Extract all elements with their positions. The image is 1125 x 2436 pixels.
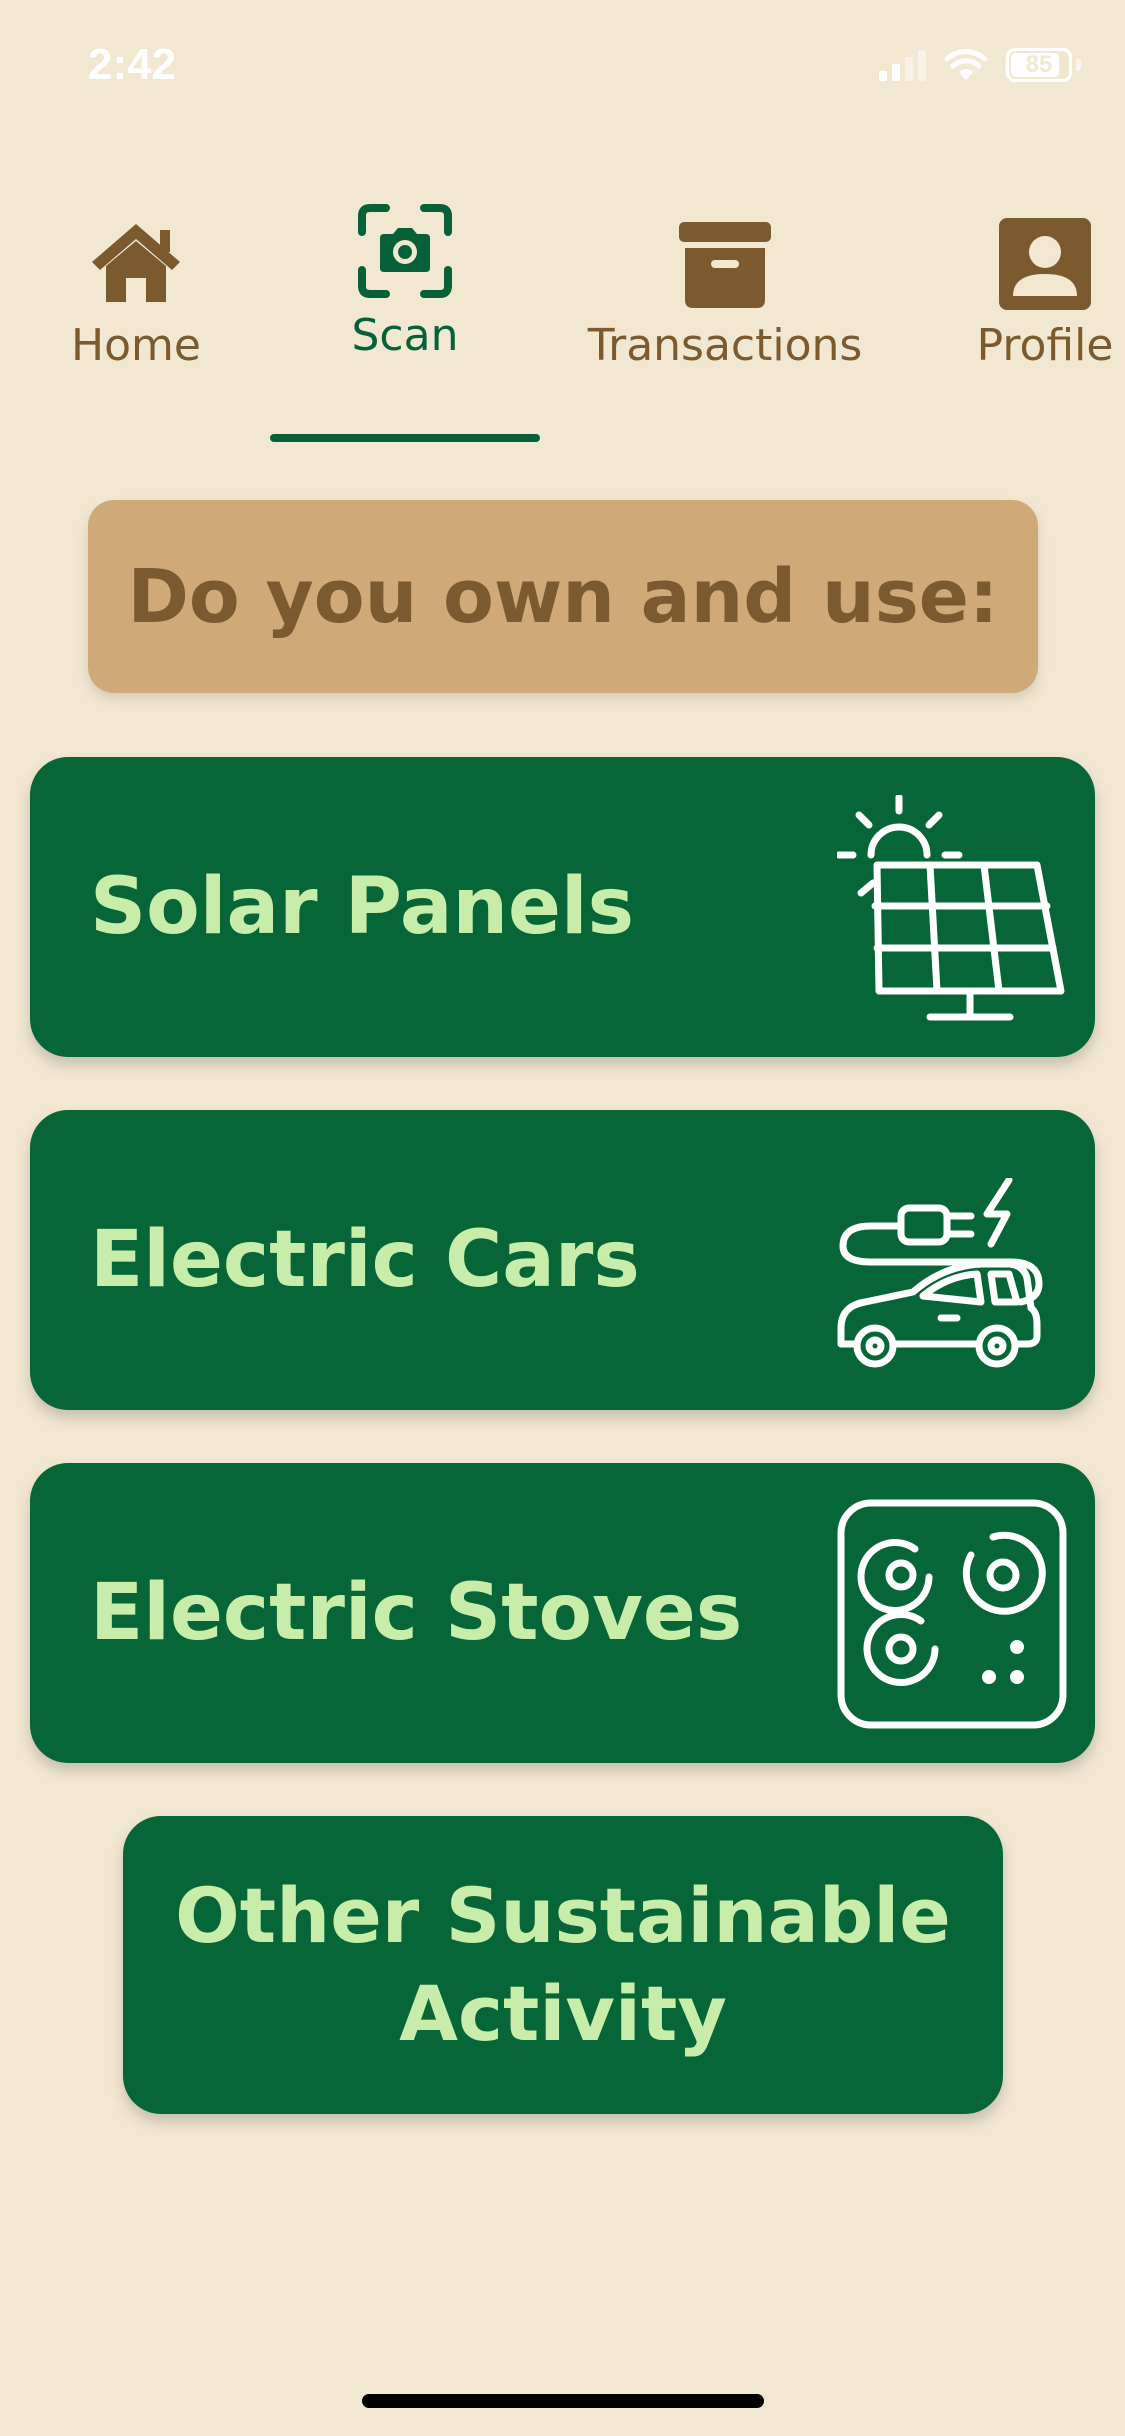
active-tab-indicator xyxy=(270,434,540,442)
status-bar: 2:42 85 xyxy=(0,0,1125,140)
battery-percent: 85 xyxy=(1025,51,1053,78)
electric-cars-label: Electric Cars xyxy=(90,1215,640,1305)
archive-box-icon xyxy=(679,222,771,308)
cellular-signal-icon xyxy=(879,49,926,81)
tab-home[interactable]: Home xyxy=(66,220,206,371)
status-time: 2:42 xyxy=(88,40,177,89)
other-option-line1: Other Sustainable xyxy=(175,1871,951,1960)
camera-scan-icon xyxy=(358,204,452,298)
battery-icon: 85 xyxy=(1006,48,1072,82)
tab-transactions[interactable]: Transactions xyxy=(588,222,862,371)
solar-panels-button[interactable]: Solar Panels xyxy=(30,757,1095,1057)
wifi-icon xyxy=(944,49,988,80)
tab-profile-label: Profile xyxy=(976,320,1114,371)
status-icons: 85 xyxy=(879,48,1081,82)
tab-home-label: Home xyxy=(71,320,201,371)
tab-profile[interactable]: Profile xyxy=(972,218,1118,371)
solar-panel-icon xyxy=(837,795,1065,1021)
tab-scan-label: Scan xyxy=(351,310,459,361)
electric-car-icon xyxy=(837,1178,1043,1368)
home-indicator xyxy=(362,2394,764,2408)
tab-transactions-label: Transactions xyxy=(587,320,863,371)
question-text: Do you own and use: xyxy=(127,553,999,640)
battery-cap xyxy=(1076,59,1081,71)
tab-scan[interactable]: Scan xyxy=(340,204,470,361)
profile-icon xyxy=(999,218,1091,310)
electric-stoves-label: Electric Stoves xyxy=(90,1568,743,1658)
electric-stoves-button[interactable]: Electric Stoves xyxy=(30,1463,1095,1763)
solar-panels-label: Solar Panels xyxy=(90,862,635,952)
electric-cars-button[interactable]: Electric Cars xyxy=(30,1110,1095,1410)
top-tab-bar: Home Scan Transactions Profile xyxy=(0,190,1125,450)
question-banner: Do you own and use: xyxy=(88,500,1038,693)
electric-stove-icon xyxy=(837,1499,1067,1729)
other-sustainable-activity-button[interactable]: Other Sustainable Activity xyxy=(123,1816,1003,2114)
other-option-line2: Activity xyxy=(399,1969,727,2058)
home-icon xyxy=(92,224,180,302)
